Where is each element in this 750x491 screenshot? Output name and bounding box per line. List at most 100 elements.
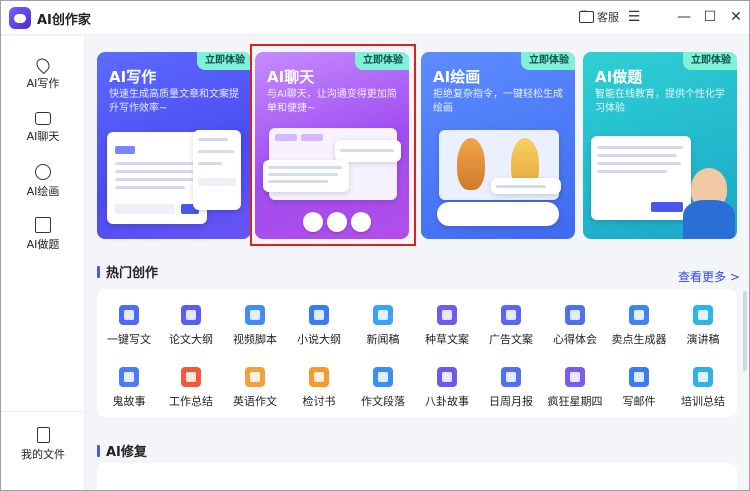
sidebar-item-ai-writing[interactable]: AI写作 [1, 55, 85, 91]
teacher-suit [683, 200, 735, 239]
card-ai-painting[interactable]: 立即体验 AI绘画 拒绝复杂指令，一键轻松生成绘画 [421, 52, 575, 239]
app-logo-icon [9, 7, 31, 29]
abc-icon [245, 367, 265, 387]
sidebar-item-label: AI做题 [26, 238, 60, 251]
letter-icon [309, 367, 329, 387]
see-more-link[interactable]: 查看更多 > [678, 268, 740, 285]
painting-style-bar [437, 202, 559, 226]
palette-icon [35, 164, 51, 180]
minimize-button[interactable]: — [675, 8, 693, 26]
tool-circle-icon [327, 212, 347, 232]
chat-icon [437, 367, 457, 387]
card-ai-homework[interactable]: 立即体验 AI做题 智能在线教育，提供个性化学习体验 [583, 52, 737, 239]
tool-self-criticism[interactable]: 检讨书 [287, 367, 351, 409]
calendar-icon [501, 367, 521, 387]
sprout-icon [437, 305, 457, 325]
chat-bubble-icon [579, 7, 594, 23]
sidebar: AI写作 AI聊天 AI绘画 AI做题 我的文件 [1, 36, 85, 490]
file-icon [36, 427, 50, 443]
chart-icon [693, 367, 713, 387]
document-icon [119, 305, 139, 325]
try-now-badge[interactable]: 立即体验 [355, 52, 409, 70]
try-now-badge[interactable]: 立即体验 [197, 52, 251, 70]
section-hot-title: 热门创作 [97, 262, 158, 281]
sidebar-item-label: AI写作 [26, 77, 60, 90]
tool-gossip-story[interactable]: 八卦故事 [415, 367, 479, 409]
scrollbar[interactable] [743, 291, 747, 371]
menu-button[interactable]: ☰ [625, 8, 643, 26]
app-window: AI创作家 客服 ☰ — ☐ ✕ AI写作 AI聊天 AI绘画 AI做题 [0, 0, 750, 491]
pen-icon [33, 55, 53, 75]
tool-essay-paragraph[interactable]: 作文段落 [351, 367, 415, 409]
repair-panel [97, 463, 737, 490]
tool-periodic-report[interactable]: 日周月报 [479, 367, 543, 409]
tool-selling-points[interactable]: 卖点生成器 [607, 305, 671, 347]
try-now-badge[interactable]: 立即体验 [521, 52, 575, 70]
try-now-badge[interactable]: 立即体验 [683, 52, 737, 70]
card-description: 与AI聊天，让沟通变得更加简单和便捷~ [267, 89, 397, 114]
maximize-button[interactable]: ☐ [701, 8, 719, 26]
card-description: 拒绝复杂指令，一键轻松生成绘画 [433, 89, 563, 114]
sidebar-item-ai-chat[interactable]: AI聊天 [1, 112, 85, 144]
service-button[interactable]: 客服 [579, 7, 619, 25]
tool-ad-copy[interactable]: 广告文案 [479, 305, 543, 347]
sidebar-item-label: AI聊天 [26, 130, 60, 143]
writing-options-preview [193, 130, 241, 210]
sidebar-item-ai-painting[interactable]: AI绘画 [1, 164, 85, 199]
tool-work-summary[interactable]: 工作总结 [159, 367, 223, 409]
list-icon [181, 305, 201, 325]
heart-icon [565, 305, 585, 325]
sidebar-item-my-files[interactable]: 我的文件 [1, 427, 85, 462]
service-label: 客服 [597, 11, 619, 24]
hot-tools-panel: 一键写文 论文大纲 视频脚本 小说大纲 新闻稿 种草文案 广告文案 心得体会 卖… [97, 289, 737, 417]
tool-circle-icon [303, 212, 323, 232]
card-title: AI做题 [595, 68, 643, 86]
card-title: AI绘画 [433, 68, 481, 86]
figure-image [457, 138, 485, 190]
title-bar: AI创作家 客服 ☰ — ☐ ✕ [1, 1, 749, 35]
tool-reflection[interactable]: 心得体会 [543, 305, 607, 347]
card-description: 智能在线教育，提供个性化学习体验 [595, 89, 725, 114]
card-ai-chat[interactable]: 立即体验 AI聊天 与AI聊天，让沟通变得更加简单和便捷~ [255, 52, 409, 239]
chat-icon [35, 112, 51, 125]
sidebar-item-label: 我的文件 [21, 448, 65, 461]
star-icon [565, 367, 585, 387]
tool-training-summary[interactable]: 培训总结 [671, 367, 735, 409]
tool-novel-outline[interactable]: 小说大纲 [287, 305, 351, 347]
video-icon [245, 305, 265, 325]
book-icon [309, 305, 329, 325]
sidebar-divider [1, 411, 84, 412]
mail-icon [629, 367, 649, 387]
tool-english-essay[interactable]: 英语作文 [223, 367, 287, 409]
clipboard-icon [181, 367, 201, 387]
ghost-icon [119, 367, 139, 387]
news-icon [373, 305, 393, 325]
chat-reply-preview [263, 160, 349, 192]
chat-bubble-preview [335, 140, 401, 162]
sidebar-item-label: AI绘画 [26, 185, 60, 198]
tool-ghost-story[interactable]: 鬼故事 [97, 367, 161, 409]
microphone-icon [693, 305, 713, 325]
tool-speech[interactable]: 演讲稿 [671, 305, 735, 347]
writing-preview [107, 132, 207, 224]
tool-product-review[interactable]: 种草文案 [415, 305, 479, 347]
card-title: AI写作 [109, 68, 157, 86]
tool-one-click-write[interactable]: 一键写文 [97, 305, 161, 347]
bookmark-icon [35, 217, 51, 233]
card-title: AI聊天 [267, 68, 315, 86]
tool-video-script[interactable]: 视频脚本 [223, 305, 287, 347]
close-button[interactable]: ✕ [727, 8, 745, 26]
tool-circle-icon [351, 212, 371, 232]
tool-write-email[interactable]: 写邮件 [607, 367, 671, 409]
sidebar-item-ai-homework[interactable]: AI做题 [1, 217, 85, 252]
homework-preview [591, 136, 691, 220]
tool-press-release[interactable]: 新闻稿 [351, 305, 415, 347]
tag-icon [629, 305, 649, 325]
card-ai-writing[interactable]: 立即体验 AI写作 快速生成高质量文章和文案提升写作效率~ [97, 52, 251, 239]
tool-crazy-thursday[interactable]: 疯狂星期四 [543, 367, 607, 409]
paragraph-icon [373, 367, 393, 387]
tool-paper-outline[interactable]: 论文大纲 [159, 305, 223, 347]
app-title: AI创作家 [37, 13, 91, 28]
painting-prompt-preview [491, 178, 561, 194]
section-repair-title: AI修复 [97, 441, 147, 460]
